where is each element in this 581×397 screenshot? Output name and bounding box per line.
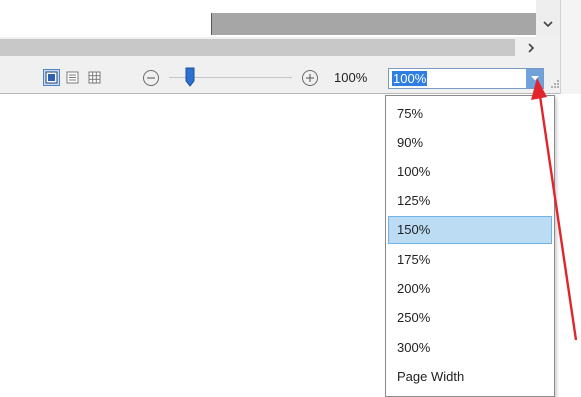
status-bar: 100% 100% [0,59,560,94]
zoom-option[interactable]: 300% [388,334,552,362]
web-layout-icon [66,71,79,84]
print-layout-icon [45,71,58,84]
slider-thumb-icon [185,67,195,87]
web-layout-view-button[interactable] [64,69,81,86]
zoom-option[interactable]: 250% [388,304,552,332]
zoom-combobox-value[interactable]: 100% [392,71,428,86]
zoom-dropdown-list: 75% 90% 100% 125% 150% 175% 200% 250% 30… [385,95,555,397]
grid-icon [88,71,101,84]
horizontal-scrollbar [0,37,560,59]
zoom-dropdown-button[interactable] [526,69,543,88]
zoom-option[interactable]: 175% [388,246,552,274]
chevron-down-icon [530,76,539,81]
zoom-out-button[interactable] [142,69,160,87]
zoom-slider-thumb[interactable] [185,67,195,87]
grid-view-button[interactable] [86,69,103,86]
resize-grip-icon [551,80,559,88]
zoom-option[interactable]: 75% [388,100,552,128]
plus-circle-icon [302,70,318,86]
zoom-combobox[interactable]: 100% [388,68,544,89]
print-layout-view-button[interactable] [43,69,60,86]
zoom-option-highlighted[interactable]: 150% [388,216,552,244]
zoom-option[interactable]: 100% [388,158,552,186]
vertical-scroll-area [0,0,581,37]
scroll-down-button[interactable] [536,14,560,34]
zoom-option-page-width[interactable]: Page Width [388,363,552,391]
zoom-percent-label[interactable]: 100% [334,70,367,85]
chevron-right-icon [528,43,535,53]
zoom-in-button[interactable] [301,69,319,87]
zoom-option[interactable]: 200% [388,275,552,303]
minus-circle-icon [143,70,159,86]
chevron-down-icon [543,21,553,28]
scroll-right-button[interactable] [515,37,547,59]
window-frame-right [560,0,581,94]
zoom-option[interactable]: 90% [388,129,552,157]
resize-grip[interactable] [548,77,560,89]
vertical-scrollbar-track[interactable] [211,13,536,35]
horizontal-scrollbar-thumb[interactable] [0,39,515,56]
zoom-option[interactable]: 125% [388,187,552,215]
